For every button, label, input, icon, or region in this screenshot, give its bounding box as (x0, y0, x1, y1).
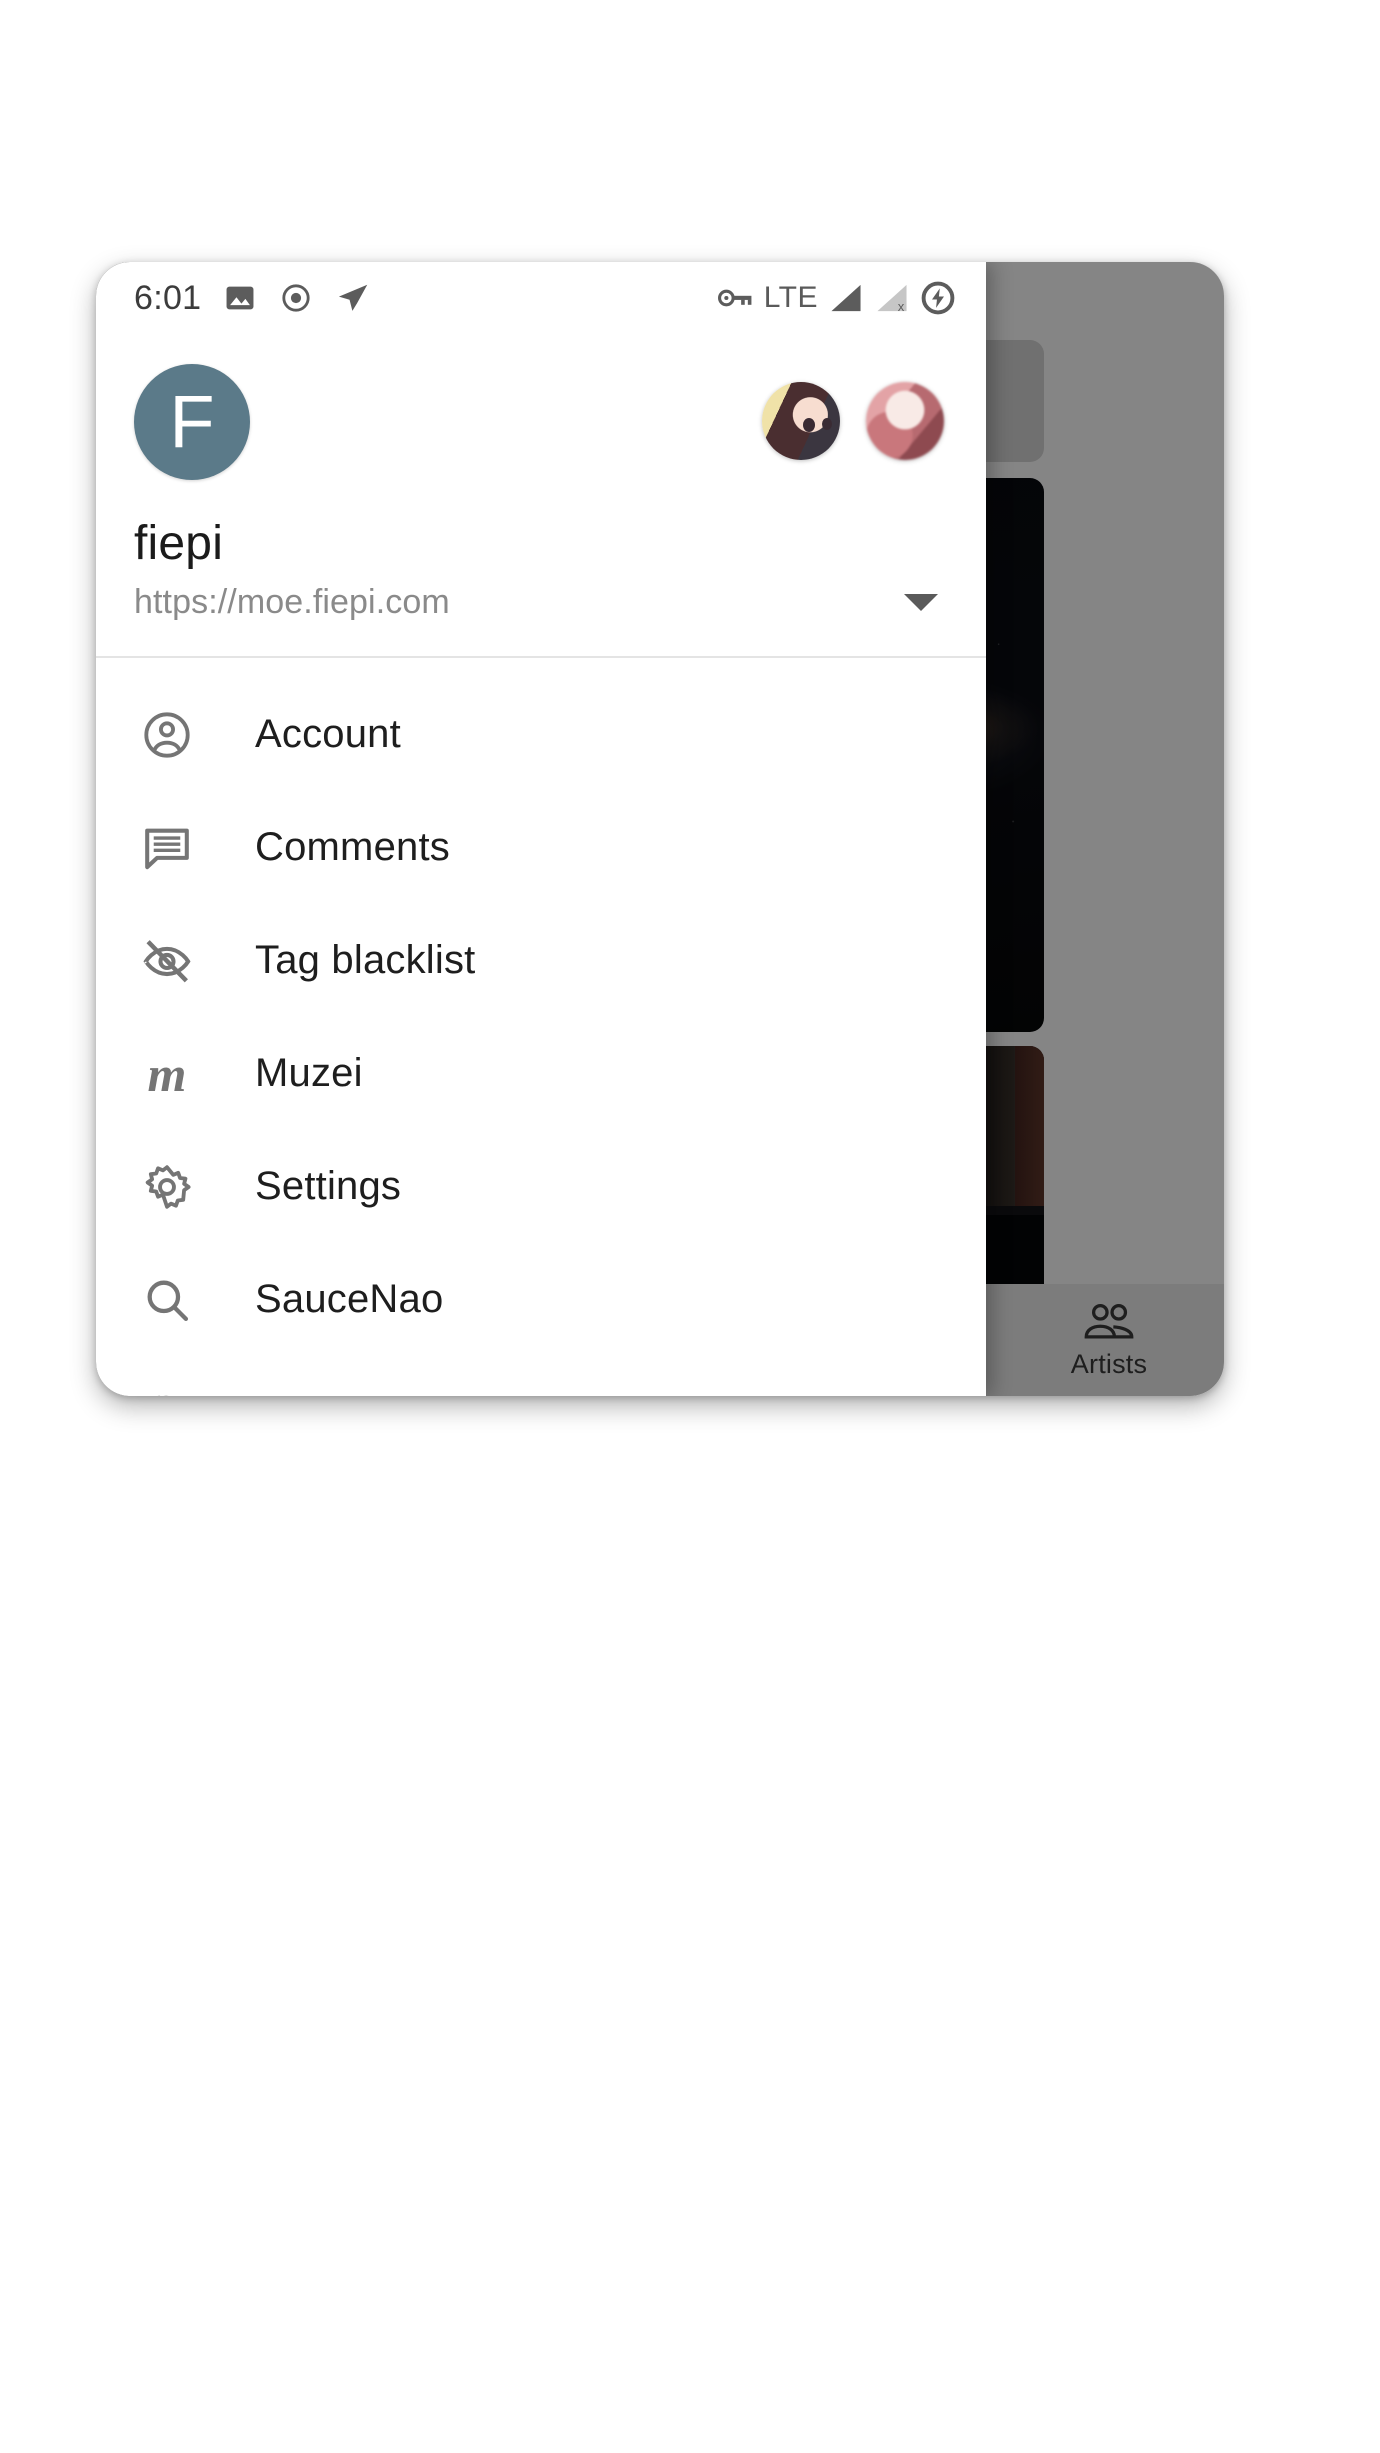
menu-item-tag-blacklist[interactable]: Tag blacklist (96, 904, 986, 1017)
drawer-menu: Account Comments Tag blacklist m Muzei S… (96, 658, 986, 1396)
drawer-header: F fiepi https://moe.fiepi.com (96, 334, 986, 656)
chevron-down-icon (904, 594, 938, 611)
menu-item-saucenao-label: SauceNao (255, 1277, 444, 1321)
eye-off-icon (136, 930, 198, 992)
vpn-key-icon (717, 284, 754, 312)
menu-item-tag-blacklist-label: Tag blacklist (255, 938, 476, 982)
gear-icon (136, 1156, 198, 1218)
phone-screen: Artists 6:01 LTE x F fiepi https://moe.f… (96, 262, 1224, 1396)
status-bar-right: LTE x (717, 280, 956, 316)
menu-item-settings-label: Settings (255, 1164, 402, 1208)
menu-item-what-anime-label: What Anime (255, 1390, 473, 1396)
menu-item-muzei[interactable]: m Muzei (96, 1017, 986, 1130)
svg-text:x: x (898, 299, 905, 314)
menu-item-settings[interactable]: Settings (96, 1130, 986, 1243)
menu-item-account[interactable]: Account (96, 678, 986, 791)
menu-item-comments-label: Comments (255, 825, 450, 869)
alt-account-avatars (762, 364, 944, 460)
profile-url: https://moe.fiepi.com (134, 583, 450, 621)
muzei-m-icon: m (147, 1045, 187, 1102)
image-icon (223, 281, 257, 315)
profile-name: fiepi (134, 517, 224, 570)
account-circle-icon (136, 704, 198, 766)
menu-item-saucenao[interactable]: SauceNao (96, 1243, 986, 1356)
status-bar-left: 6:01 (134, 279, 371, 318)
menu-item-muzei-label: Muzei (255, 1051, 363, 1095)
avatar-initial: F (169, 380, 215, 463)
menu-item-comments[interactable]: Comments (96, 791, 986, 904)
navigation-drawer: 6:01 LTE x F fiepi https://moe.fiepi.com… (96, 262, 986, 1396)
status-clock: 6:01 (134, 278, 202, 317)
send-icon (335, 280, 371, 316)
network-type-label: LTE (763, 281, 818, 314)
signal-no-sim-icon: x (874, 282, 910, 314)
menu-item-what-anime[interactable]: What Anime (96, 1356, 986, 1396)
battery-charging-icon (920, 280, 956, 316)
account-switcher[interactable]: https://moe.fiepi.com (134, 583, 944, 622)
status-bar: 6:01 LTE x (96, 262, 986, 334)
search-icon (136, 1269, 198, 1331)
avatar-row: F (134, 364, 944, 480)
signal-bars-icon (828, 282, 864, 314)
comment-icon (136, 817, 198, 879)
search-refresh-icon (136, 1382, 198, 1396)
alt-avatar-2[interactable] (866, 382, 944, 460)
menu-item-account-label: Account (255, 712, 401, 756)
avatar[interactable]: F (134, 364, 250, 480)
alt-avatar-1[interactable] (762, 382, 840, 460)
record-dot-icon (279, 281, 313, 315)
